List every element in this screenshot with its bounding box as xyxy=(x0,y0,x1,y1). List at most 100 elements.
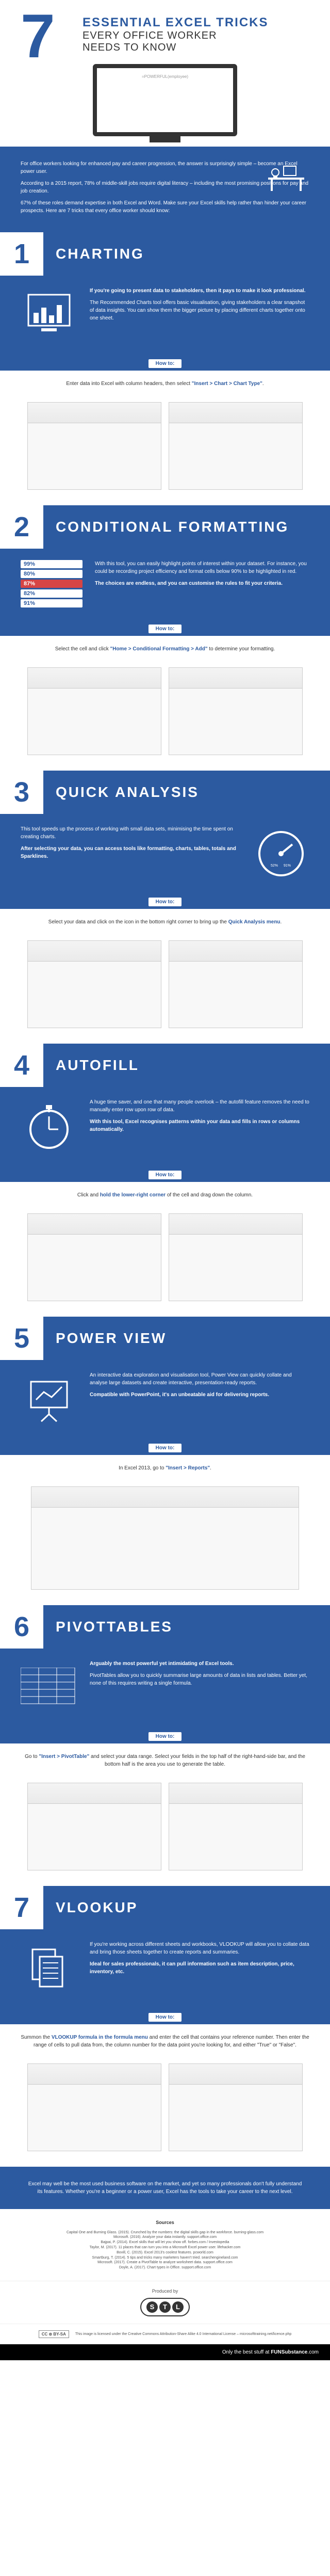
howto-4: How to: xyxy=(0,1166,330,1182)
excel-window xyxy=(27,402,161,490)
section-4-title: AUTOFILL xyxy=(43,1057,139,1074)
section-4-body: A huge time saver, and one that many peo… xyxy=(0,1087,330,1166)
howto-5: How to: xyxy=(0,1439,330,1455)
title-sub: EVERY OFFICE WORKERNEEDS TO KNOW xyxy=(82,30,309,54)
section-5-body: An interactive data exploration and visu… xyxy=(0,1360,330,1439)
source-line: Taylor, M. (2017). 11 places that can tu… xyxy=(21,2245,309,2250)
section-1-title: CHARTING xyxy=(43,246,144,262)
section-4-num: 4 xyxy=(0,1044,43,1087)
howto-3: How to: xyxy=(0,893,330,909)
percent-bar: 80% xyxy=(21,570,82,578)
excel-window xyxy=(169,1213,303,1301)
section-2-extra: The choices are endless, and you can cus… xyxy=(95,581,283,586)
sources: Sources Capital One and Burning Glass. (… xyxy=(0,2209,330,2281)
excel-window xyxy=(169,667,303,755)
screenshot-4 xyxy=(0,1208,330,1317)
section-6-num: 6 xyxy=(0,1605,43,1649)
screenshot-3 xyxy=(0,935,330,1044)
section-4-extra: With this tool, Excel recognises pattern… xyxy=(90,1119,300,1132)
instruction-1: Enter data into Excel with column header… xyxy=(0,371,330,397)
percent-bar-highlighted: 87% xyxy=(21,580,82,588)
desk-icon xyxy=(263,157,309,193)
big-number: 7 xyxy=(21,5,55,67)
source-line: Bovill, C. (2015). Excel 2013's coolest … xyxy=(21,2250,309,2255)
stopwatch-icon xyxy=(21,1098,77,1155)
sources-heading: Sources xyxy=(21,2219,309,2226)
intro-block: For office workers looking for enhanced … xyxy=(0,147,330,232)
produced-by: Produced by S T L xyxy=(0,2281,330,2324)
presentation-icon xyxy=(21,1371,77,1428)
section-1-num: 1 xyxy=(0,232,43,276)
section-7-head: 7 VLOOKUP xyxy=(0,1886,330,1929)
screenshot-6 xyxy=(0,1778,330,1886)
source-line: Doyle, A. (2017). Chart types in Office.… xyxy=(21,2265,309,2270)
section-6-head: 6 PIVOTTABLES xyxy=(0,1605,330,1649)
section-3-head: 3 QUICK ANALYSIS xyxy=(0,771,330,814)
sheets-icon xyxy=(21,1941,77,1997)
excel-window xyxy=(27,1783,161,1870)
excel-window xyxy=(27,1213,161,1301)
outro: Excel may well be the most used business… xyxy=(0,2167,330,2209)
section-5-extra: Compatible with PowerPoint, it's an unbe… xyxy=(90,1392,269,1398)
screenshot-2 xyxy=(0,662,330,771)
section-6-body: Arguably the most powerful yet intimidat… xyxy=(0,1649,330,1728)
section-1-body-text: The Recommended Charts tool offers basic… xyxy=(90,299,309,322)
section-2-title: CONDITIONAL FORMATTING xyxy=(43,519,289,535)
percent-bar: 82% xyxy=(21,589,82,598)
excel-window xyxy=(169,940,303,1028)
section-7-title: VLOOKUP xyxy=(43,1899,138,1916)
produced-label: Produced by xyxy=(0,2289,330,2294)
stl-logo: S T L xyxy=(140,2298,190,2316)
svg-text:52%: 52% xyxy=(271,864,278,868)
section-4-head: 4 AUTOFILL xyxy=(0,1044,330,1087)
instruction-7: Summon the VLOOKUP formula in the formul… xyxy=(0,2024,330,2058)
section-1-lead: If you're going to present data to stake… xyxy=(90,288,306,294)
source-line: Bajpai, P. (2014). Excel skills that wil… xyxy=(21,2240,309,2245)
intro-p3: 67% of these roles demand expertise in b… xyxy=(21,199,309,215)
howto-2: How to: xyxy=(0,620,330,636)
howto-1: How to: xyxy=(0,355,330,371)
svg-text:91%: 91% xyxy=(284,864,291,868)
section-7-extra: Ideal for sales professionals, it can pu… xyxy=(90,1961,294,1975)
section-6-title: PIVOTTABLES xyxy=(43,1619,173,1635)
section-4-body-text: A huge time saver, and one that many peo… xyxy=(90,1098,309,1114)
excel-window xyxy=(169,402,303,490)
percent-bars: 99% 80% 87% 82% 91% xyxy=(21,560,82,609)
section-3-body: This tool speeds up the process of worki… xyxy=(0,814,330,893)
instruction-2: Select the cell and click "Home > Condit… xyxy=(0,636,330,662)
screenshot-1 xyxy=(0,397,330,505)
title-main: ESSENTIAL EXCEL TRICKS xyxy=(82,15,309,30)
monitor-illustration: =POWERFUL(employee) xyxy=(93,64,237,136)
howto-6: How to: xyxy=(0,1728,330,1743)
excel-window xyxy=(27,2063,161,2151)
instruction-5: In Excel 2013, go to "Insert > Reports". xyxy=(0,1455,330,1481)
section-5-body-text: An interactive data exploration and visu… xyxy=(90,1371,309,1387)
section-5-num: 5 xyxy=(0,1317,43,1360)
instruction-4: Click and hold the lower-right corner of… xyxy=(0,1182,330,1208)
section-2-body: 99% 80% 87% 82% 91% With this tool, you … xyxy=(0,549,330,620)
excel-window xyxy=(169,1783,303,1870)
section-3-extra: After selecting your data, you can acces… xyxy=(21,846,236,859)
screenshot-7 xyxy=(0,2058,330,2167)
monitor-formula: =POWERFUL(employee) xyxy=(97,68,233,85)
chart-icon xyxy=(21,287,77,344)
source-line: Microsoft. (2016). Analyze your data ins… xyxy=(21,2235,309,2240)
section-2-num: 2 xyxy=(0,505,43,549)
excel-window xyxy=(169,2063,303,2151)
section-6-body-text: PivotTables allow you to quickly summari… xyxy=(90,1672,309,1687)
section-3-body-text: This tool speeds up the process of worki… xyxy=(21,825,240,841)
section-2-head: 2 CONDITIONAL FORMATTING xyxy=(0,505,330,549)
howto-7: How to: xyxy=(0,2009,330,2024)
percent-bar: 99% xyxy=(21,560,82,568)
section-5-title: POWER VIEW xyxy=(43,1330,167,1347)
excel-window xyxy=(27,667,161,755)
header: 7 ESSENTIAL EXCEL TRICKS EVERY OFFICE WO… xyxy=(0,0,330,147)
footer-bar: Only the best stuff at FUNSubstance.com xyxy=(0,2344,330,2360)
source-line: Microsoft. (2017). Create a PivotTable t… xyxy=(21,2260,309,2265)
section-6-lead: Arguably the most powerful yet intimidat… xyxy=(90,1661,234,1667)
section-5-head: 5 POWER VIEW xyxy=(0,1317,330,1360)
section-2-body-text: With this tool, you can easily highlight… xyxy=(95,560,309,575)
section-1-head: 1 CHARTING xyxy=(0,232,330,276)
cc-badge-icon: CC ⊚ BY-SA xyxy=(39,2330,69,2338)
source-line: Smartburg, T. (2014). 5 tips and tricks … xyxy=(21,2255,309,2261)
